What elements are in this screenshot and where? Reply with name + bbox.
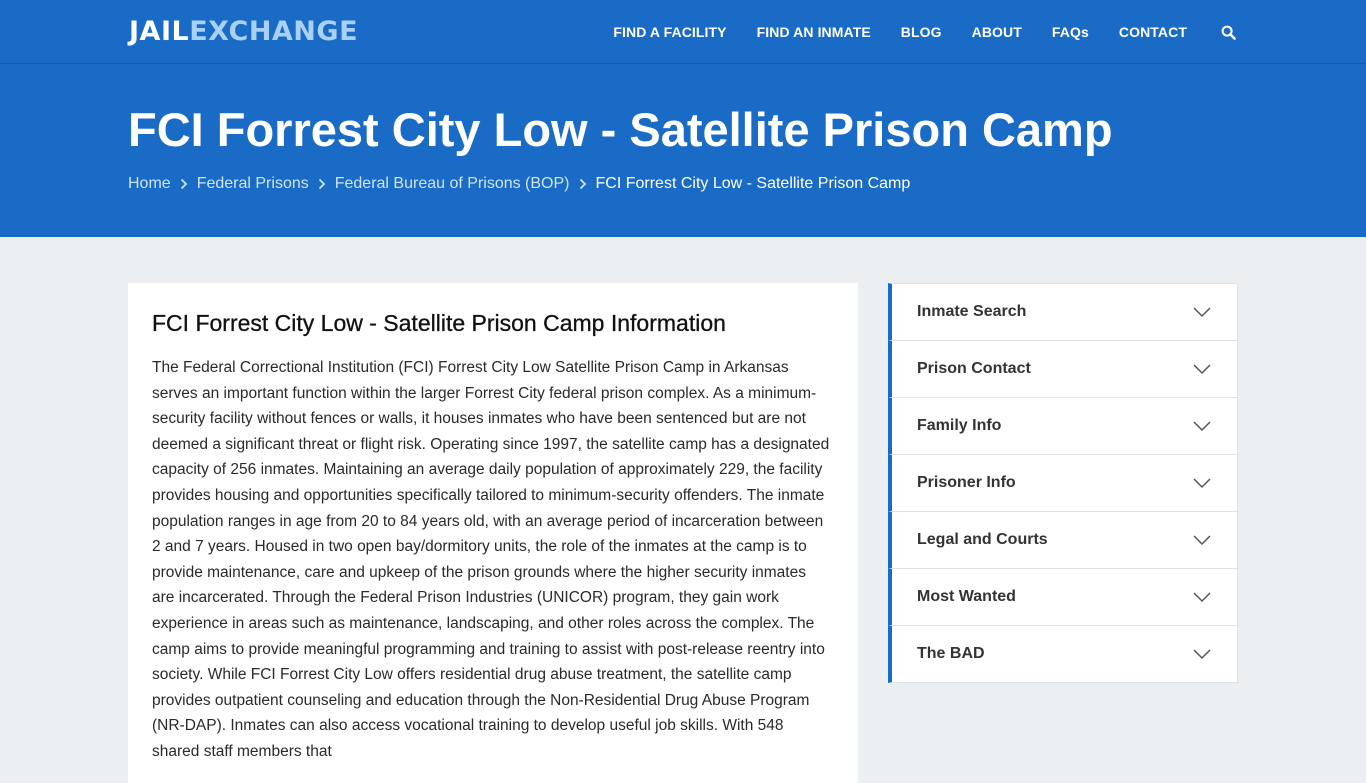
nav-find-a-facility[interactable]: FIND A FACILITY	[613, 24, 726, 40]
chevron-down-icon	[1193, 478, 1211, 489]
chevron-right-icon	[318, 178, 326, 190]
breadcrumb-federal-prisons[interactable]: Federal Prisons	[197, 175, 309, 193]
top-navbar: JAILEXCHANGE FIND A FACILITY FIND AN INM…	[0, 0, 1366, 64]
chevron-down-icon	[1193, 592, 1211, 603]
hero-banner: FCI Forrest City Low - Satellite Prison …	[0, 64, 1366, 237]
chevron-down-icon	[1193, 649, 1211, 660]
breadcrumb-bop[interactable]: Federal Bureau of Prisons (BOP)	[335, 175, 570, 193]
accordion-label: Legal and Courts	[917, 531, 1048, 548]
chevron-down-icon	[1193, 364, 1211, 375]
accordion-label: Prisoner Info	[917, 474, 1016, 491]
accordion-legal-and-courts[interactable]: Legal and Courts	[888, 511, 1238, 569]
accordion-prison-contact[interactable]: Prison Contact	[888, 340, 1238, 398]
accordion-the-bad[interactable]: The BAD	[888, 625, 1238, 683]
nav-contact[interactable]: CONTACT	[1119, 24, 1187, 40]
chevron-down-icon	[1193, 535, 1211, 546]
chevron-down-icon	[1193, 307, 1211, 318]
facility-description: The Federal Correctional Institution (FC…	[152, 359, 830, 760]
accordion-label: Family Info	[917, 417, 1002, 434]
search-icon[interactable]	[1219, 23, 1237, 41]
nav-find-an-inmate[interactable]: FIND AN INMATE	[757, 24, 871, 40]
accordion-prisoner-info[interactable]: Prisoner Info	[888, 454, 1238, 512]
accordion-family-info[interactable]: Family Info	[888, 397, 1238, 455]
breadcrumb: Home Federal Prisons Federal Bureau of P…	[128, 175, 910, 193]
facility-info-card: FCI Forrest City Low - Satellite Prison …	[128, 283, 858, 783]
site-logo[interactable]: JAILEXCHANGE	[129, 16, 358, 48]
breadcrumb-home[interactable]: Home	[128, 175, 171, 193]
nav-faqs[interactable]: FAQs	[1052, 24, 1089, 40]
main-nav: FIND A FACILITY FIND AN INMATE BLOG ABOU…	[583, 0, 1237, 64]
accordion-label: Prison Contact	[917, 360, 1031, 377]
chevron-right-icon	[579, 178, 587, 190]
accordion-label: Inmate Search	[917, 303, 1027, 320]
accordion-inmate-search[interactable]: Inmate Search	[888, 283, 1238, 341]
nav-blog[interactable]: BLOG	[901, 24, 942, 40]
nav-about[interactable]: ABOUT	[972, 24, 1022, 40]
sidebar-accordion: Inmate Search Prison Contact Family Info…	[888, 283, 1238, 683]
accordion-most-wanted[interactable]: Most Wanted	[888, 568, 1238, 626]
accordion-label: Most Wanted	[917, 588, 1016, 605]
breadcrumb-current: FCI Forrest City Low - Satellite Prison …	[595, 175, 911, 192]
accordion-label: The BAD	[917, 645, 985, 662]
section-heading: FCI Forrest City Low - Satellite Prison …	[152, 310, 726, 336]
page-title: FCI Forrest City Low - Satellite Prison …	[128, 103, 1113, 156]
chevron-right-icon	[180, 178, 188, 190]
chevron-down-icon	[1193, 421, 1211, 432]
